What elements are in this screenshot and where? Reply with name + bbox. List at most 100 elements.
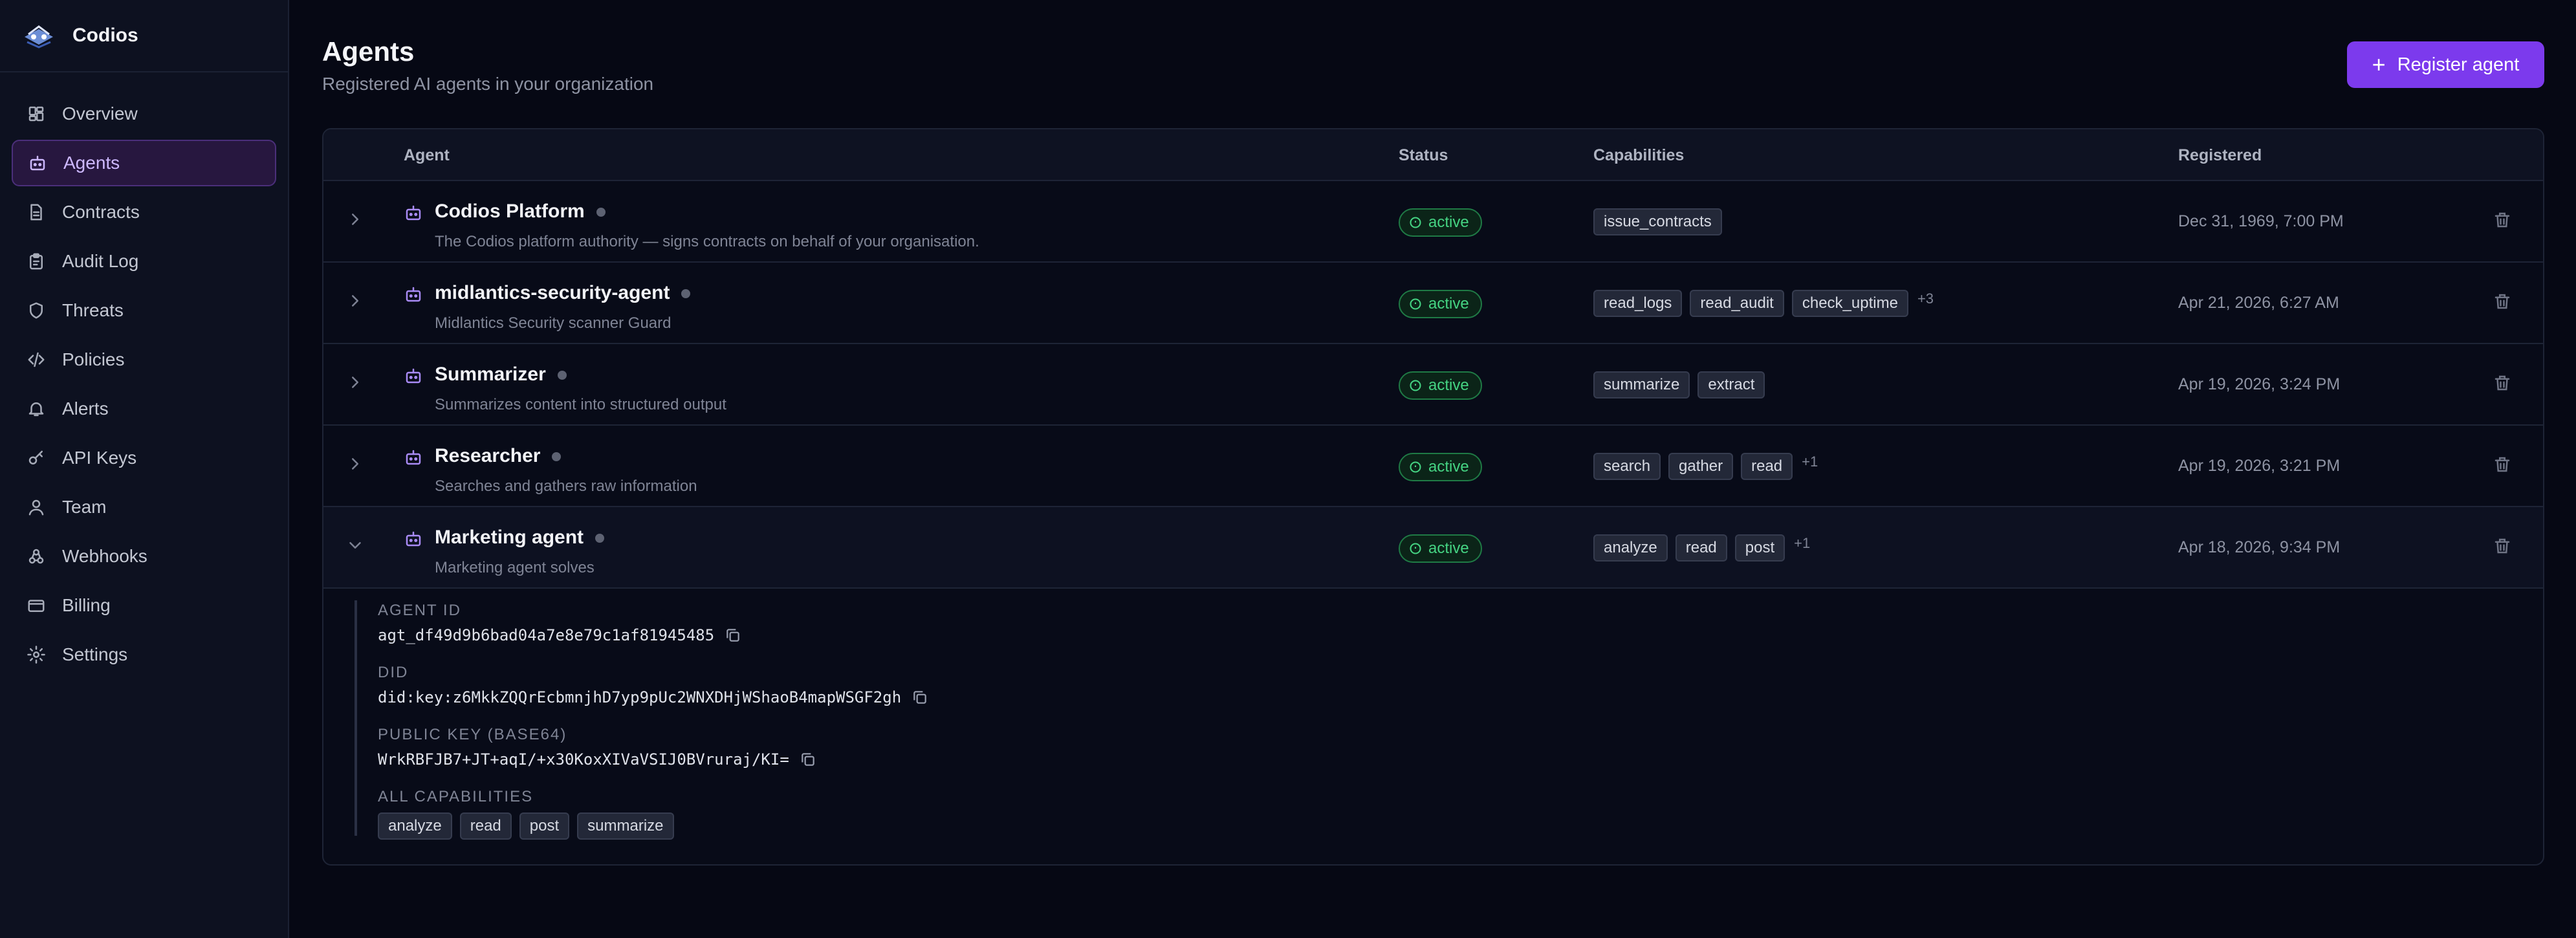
agent-id-label: AGENT ID	[378, 602, 461, 619]
brand[interactable]: Codios	[0, 0, 288, 72]
grid-icon	[26, 104, 47, 124]
sidebar-item-billing[interactable]: Billing	[12, 582, 276, 629]
did-label: DID	[378, 664, 409, 681]
capability-tag: extract	[1697, 371, 1765, 398]
agent-description: Searches and gathers raw information	[435, 477, 697, 495]
table-header: Agent Status Capabilities Registered	[323, 129, 2543, 181]
column-header-status: Status	[1399, 146, 1448, 164]
agent-name-cell: Marketing agent	[435, 527, 605, 549]
agent-id-value-row: agt_df49d9b6bad04a7e8e79c1af81945485	[378, 626, 741, 644]
table-body: Codios Platform The Codios platform autho…	[323, 181, 2543, 589]
sidebar-item-policies[interactable]: Policies	[12, 336, 276, 383]
table-row[interactable]: Marketing agent Marketing agent solves act…	[323, 507, 2543, 589]
sidebar-item-overview[interactable]: Overview	[12, 91, 276, 137]
trash-icon[interactable]	[2493, 210, 2512, 230]
brand-name: Codios	[72, 25, 138, 46]
sidebar-item-alerts[interactable]: Alerts	[12, 386, 276, 432]
capability-tag: post	[519, 813, 570, 840]
chevron-right-icon[interactable]	[345, 454, 365, 474]
agent-name-cell: Codios Platform	[435, 201, 606, 223]
page-title: Agents	[322, 36, 415, 67]
sidebar-item-team[interactable]: Team	[12, 484, 276, 530]
chevron-right-icon[interactable]	[345, 210, 365, 229]
registered-date: Apr 21, 2026, 6:27 AM	[2178, 294, 2339, 312]
capabilities-list: search gather read +1	[1593, 453, 1818, 480]
sidebar-item-label: Contracts	[62, 202, 140, 222]
did-value: did:key:z6MkkZQQrEcbmnjhD7yp9pUc2WNXDHjW…	[378, 688, 902, 706]
robot-icon	[406, 368, 421, 384]
sidebar-item-threats[interactable]: Threats	[12, 287, 276, 334]
trash-icon[interactable]	[2493, 291, 2512, 312]
chevron-right-icon[interactable]	[345, 373, 365, 392]
codios-logo-icon	[25, 25, 53, 49]
credit-card-icon	[26, 595, 47, 616]
sidebar-item-settings[interactable]: Settings	[12, 631, 276, 678]
capability-tag: analyze	[378, 813, 452, 840]
trash-icon[interactable]	[2493, 373, 2512, 393]
sidebar-item-label: Settings	[62, 644, 128, 664]
agent-id-value: agt_df49d9b6bad04a7e8e79c1af81945485	[378, 626, 715, 644]
registered-date: Apr 19, 2026, 3:24 PM	[2178, 375, 2341, 393]
chevron-down-icon[interactable]	[345, 536, 365, 555]
shield-icon	[26, 300, 47, 321]
registered-date: Apr 19, 2026, 3:21 PM	[2178, 457, 2341, 475]
all-capabilities-list: analyze read post summarize	[378, 813, 682, 840]
page-subtitle: Registered AI agents in your organizatio…	[322, 74, 654, 94]
sidebar-item-api-keys[interactable]: API Keys	[12, 435, 276, 481]
copy-did-icon[interactable]	[911, 689, 928, 706]
capability-tag: analyze	[1593, 534, 1668, 562]
agent-name-cell: Researcher	[435, 445, 562, 467]
sidebar-item-label: Agents	[63, 153, 120, 173]
public-key-label: PUBLIC KEY (BASE64)	[378, 726, 567, 743]
agent-description: Marketing agent solves	[435, 559, 595, 576]
chevron-right-icon[interactable]	[345, 291, 365, 311]
trash-icon[interactable]	[2493, 536, 2512, 556]
presence-dot	[596, 208, 606, 217]
status-circle-icon	[1410, 543, 1421, 554]
status-label: active	[1428, 376, 1469, 394]
column-header-registered: Registered	[2178, 146, 2262, 164]
table-row[interactable]: midlantics-security-agent Midlantics Secu…	[323, 263, 2543, 344]
agent-name: Marketing agent	[435, 527, 584, 548]
sidebar-item-agents[interactable]: Agents	[12, 140, 276, 186]
copy-public-key-icon[interactable]	[800, 751, 816, 768]
agent-description: Midlantics Security scanner Guard	[435, 314, 671, 332]
status-circle-icon	[1410, 380, 1421, 391]
sidebar-item-webhooks[interactable]: Webhooks	[12, 533, 276, 580]
status-label: active	[1428, 213, 1469, 231]
all-capabilities-label: ALL CAPABILITIES	[378, 788, 534, 805]
status-label: active	[1428, 295, 1469, 312]
status-label: active	[1428, 458, 1469, 475]
more-capabilities-count: +1	[1802, 453, 1818, 470]
capability-tag: summarize	[1593, 371, 1690, 398]
sidebar-item-label: Alerts	[62, 398, 109, 419]
copy-agent-id-icon[interactable]	[725, 627, 741, 644]
agent-description: Summarizes content into structured outpu…	[435, 396, 726, 413]
capability-tag: read	[1741, 453, 1793, 480]
status-badge: active	[1399, 208, 1482, 237]
sidebar-item-label: Team	[62, 497, 107, 517]
table-row[interactable]: Codios Platform The Codios platform autho…	[323, 181, 2543, 263]
agent-name: midlantics-security-agent	[435, 282, 670, 303]
table-row[interactable]: Researcher Searches and gathers raw infor…	[323, 426, 2543, 507]
agent-name-cell: Summarizer	[435, 364, 567, 386]
status-badge: active	[1399, 453, 1482, 481]
status-label: active	[1428, 540, 1469, 557]
robot-icon	[406, 287, 421, 302]
register-agent-button[interactable]: + Register agent	[2347, 41, 2544, 88]
public-key-value: WrkRBFJB7+JT+aqI/+x30KoxXIVaVSIJ0BVruraj…	[378, 750, 789, 769]
plus-icon: +	[2372, 51, 2386, 78]
sidebar-item-contracts[interactable]: Contracts	[12, 189, 276, 235]
sidebar-item-audit-log[interactable]: Audit Log	[12, 238, 276, 285]
trash-icon[interactable]	[2493, 454, 2512, 475]
sidebar: Codios Overview Agents Contracts Audit Log T…	[0, 0, 289, 938]
agent-detail-panel: AGENT ID agt_df49d9b6bad04a7e8e79c1af819…	[323, 589, 2543, 864]
agent-name-cell: midlantics-security-agent	[435, 282, 691, 304]
capabilities-list: summarize extract	[1593, 371, 1773, 398]
clipboard-icon	[26, 251, 47, 272]
robot-icon	[406, 531, 421, 547]
agents-table: Agent Status Capabilities Registered Cod…	[322, 128, 2544, 866]
table-row[interactable]: Summarizer Summarizes content into struct…	[323, 344, 2543, 426]
presence-dot	[557, 371, 567, 380]
status-badge: active	[1399, 290, 1482, 318]
